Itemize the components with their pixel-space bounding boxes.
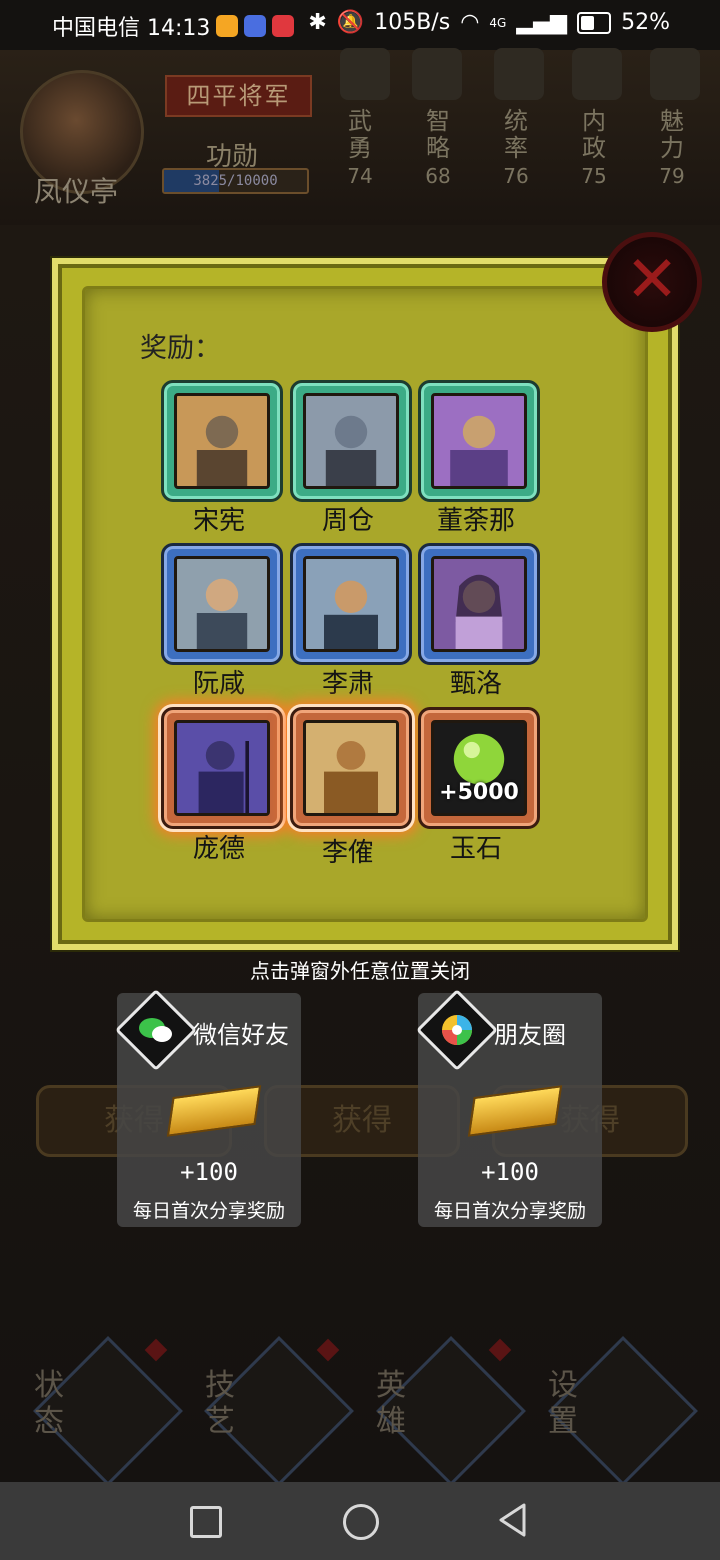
gold-bar-icon — [467, 1085, 563, 1137]
battery-icon — [577, 11, 612, 34]
moments-icon — [415, 988, 499, 1072]
stat-value: 74 — [347, 164, 373, 188]
app-notification-icon — [244, 15, 267, 37]
network-speed: 105B/s — [374, 10, 451, 35]
gold-bar-icon — [166, 1085, 262, 1137]
reward-card[interactable]: +5000 — [418, 707, 540, 829]
nav-status-label[interactable]: 状态 — [34, 1368, 64, 1440]
share-moments[interactable]: 朋友圈 +100 每日首次分享奖励 — [415, 988, 602, 1227]
hero-portrait — [306, 723, 396, 813]
share-desc: 每日首次分享奖励 — [433, 1200, 586, 1222]
close-hint: 点击弹窗外任意位置关闭 — [250, 959, 470, 983]
close-icon: ✕ — [625, 243, 679, 317]
stat-value: 68 — [425, 164, 451, 188]
hero-portrait — [177, 559, 267, 649]
stat-name: 内政 — [582, 107, 606, 162]
reward-name: 庞德 — [192, 834, 245, 864]
reward-card[interactable] — [161, 543, 283, 665]
hero-portrait — [177, 723, 267, 813]
reward-name: 周仓 — [321, 506, 374, 536]
rank-title: 四平将军 — [165, 75, 312, 117]
close-button[interactable]: ✕ — [602, 232, 702, 332]
network-type: 4G — [489, 15, 507, 30]
player-name: 凤仪亭 — [34, 175, 119, 208]
stat-politics: 内政 75 — [574, 107, 614, 189]
battery-percent: 52% — [621, 10, 670, 35]
mute-icon: 🔕 — [336, 10, 365, 35]
reward-name: 李傕 — [321, 838, 374, 868]
reward-name: 宋宪 — [192, 506, 245, 536]
system-nav-bar — [0, 1482, 720, 1560]
nav-settings-label[interactable]: 设置 — [548, 1368, 578, 1440]
merit-progress-text: 3825/10000 — [193, 173, 278, 189]
stat-valor: 武勇 74 — [340, 107, 380, 189]
token-icon — [494, 48, 544, 100]
reward-card[interactable] — [161, 380, 283, 502]
charm-icon — [650, 48, 700, 100]
book-notification-icon — [272, 15, 295, 37]
back-icon[interactable] — [496, 1502, 530, 1538]
stat-charm: 魅力 79 — [652, 107, 692, 189]
share-amount: +100 — [481, 1158, 539, 1186]
wechat-icon — [114, 988, 198, 1072]
reward-name: 玉石 — [449, 834, 502, 864]
reward-name: 董荼那 — [436, 506, 515, 536]
status-bar: 中国电信 14:13 ✱ 🔕 105B/s ◠ 4G ▂▄▆ 52% — [0, 0, 720, 50]
hero-portrait — [177, 396, 267, 486]
bluetooth-icon: ✱ — [308, 10, 327, 35]
weibo-icon — [216, 15, 239, 37]
share-desc: 每日首次分享奖励 — [132, 1200, 285, 1222]
share-title: 朋友圈 — [494, 1021, 566, 1049]
reward-name: 阮咸 — [192, 669, 245, 699]
reward-card[interactable] — [418, 543, 540, 665]
stat-name: 武勇 — [348, 107, 372, 162]
reward-label: 奖励： — [140, 333, 221, 364]
share-title: 微信好友 — [193, 1021, 289, 1049]
reward-card[interactable] — [290, 707, 412, 829]
fan-icon — [412, 48, 462, 100]
nav-hero-label[interactable]: 英雄 — [376, 1368, 406, 1440]
hero-portrait — [306, 396, 396, 486]
stat-value: 76 — [503, 164, 529, 188]
share-amount: +100 — [180, 1158, 238, 1186]
reward-name: 甄洛 — [449, 669, 502, 699]
hero-portrait — [306, 559, 396, 649]
home-icon[interactable] — [343, 1504, 379, 1540]
reward-card[interactable] — [290, 543, 412, 665]
carrier-time: 中国电信 14:13 — [52, 16, 211, 41]
reward-card[interactable] — [161, 707, 283, 829]
nav-skill-label[interactable]: 技艺 — [205, 1368, 235, 1440]
heroine-portrait — [434, 559, 524, 649]
share-wechat-friends[interactable]: 微信好友 +100 每日首次分享奖励 — [114, 988, 301, 1227]
recent-apps-icon[interactable] — [190, 1506, 222, 1538]
reward-card[interactable] — [290, 380, 412, 502]
hero-portrait — [434, 396, 524, 486]
seal-icon — [572, 48, 622, 100]
stat-name: 统率 — [504, 107, 528, 162]
stat-command: 统率 76 — [496, 107, 536, 189]
wifi-icon: ◠ — [460, 10, 480, 35]
stat-value: 75 — [581, 164, 607, 188]
reward-card[interactable] — [418, 380, 540, 502]
merit-progress-bar: 3825/10000 — [162, 168, 309, 194]
jade-amount: +5000 — [439, 780, 519, 805]
spear-icon — [340, 48, 390, 100]
stat-name: 魅力 — [660, 107, 684, 162]
stat-name: 智略 — [426, 107, 450, 162]
reward-name: 李肃 — [321, 669, 374, 699]
stat-value: 79 — [659, 164, 685, 188]
stat-strategy: 智略 68 — [418, 107, 458, 189]
signal-icon: ▂▄▆ — [516, 10, 568, 35]
